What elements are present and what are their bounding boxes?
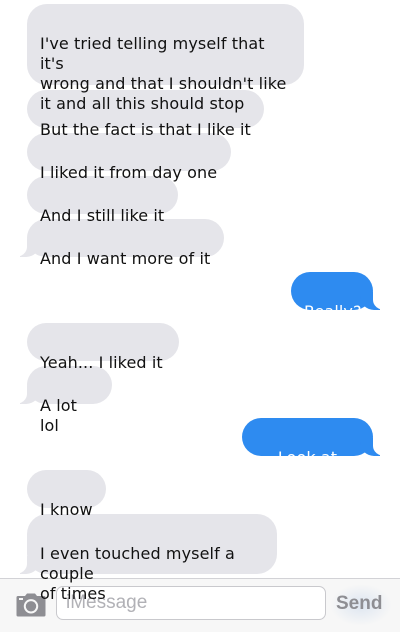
message-bubble-incoming[interactable]: Yeah... I liked it xyxy=(27,323,179,372)
imessage-screen: I've tried telling myself that it's wron… xyxy=(0,0,400,632)
message-text: But the fact is that I like it xyxy=(40,120,251,139)
message-bubble-outgoing[interactable]: Look at you!! xyxy=(242,418,399,487)
message-text: Really? xyxy=(304,302,362,321)
message-thread[interactable]: I've tried telling myself that it's wron… xyxy=(0,0,400,603)
message-bubble-outgoing[interactable]: Really? xyxy=(291,272,399,321)
message-text: A lot lol xyxy=(40,396,78,435)
message-bubble-incoming[interactable]: I even touched myself a couple of times xyxy=(1,514,277,603)
send-button[interactable]: Send xyxy=(336,593,382,615)
message-text: Yeah... I liked it xyxy=(40,353,163,372)
message-text: I liked it from day one xyxy=(40,163,218,182)
message-text: I know xyxy=(40,500,93,519)
message-bubble-incoming[interactable]: I know xyxy=(27,470,106,519)
message-text: Look at you!! xyxy=(277,448,338,487)
message-text: And I still like it xyxy=(40,206,165,225)
message-text: And I want more of it xyxy=(40,249,211,268)
message-bubble-incoming[interactable]: I've tried telling myself that it's wron… xyxy=(27,4,304,113)
